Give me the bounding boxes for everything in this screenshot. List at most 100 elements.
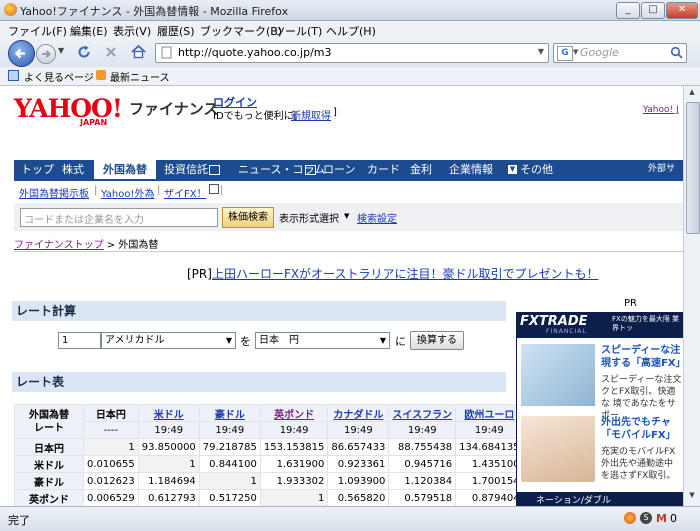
- firefox-status-icon[interactable]: [624, 512, 636, 524]
- status-bar: 完了 S M 0: [0, 506, 700, 531]
- tab-funds[interactable]: 投資信託: [164, 160, 208, 179]
- breadcrumb-home[interactable]: ファイナンストップ: [14, 240, 104, 251]
- tab-top[interactable]: トップ: [21, 160, 54, 179]
- col-header-eur[interactable]: 欧州ユーロ: [455, 404, 524, 422]
- bookmark-most-visited[interactable]: よく見るページ: [24, 69, 94, 84]
- col-link-chf[interactable]: スイスフラン: [392, 410, 452, 421]
- rate-cell: 1: [83, 438, 139, 456]
- minimize-button[interactable]: _: [616, 2, 640, 19]
- ad-body[interactable]: スピーディーな注 現する「高速FX」 スピーディーな注文 クとFX取引。快適な …: [516, 338, 683, 492]
- search-settings-link[interactable]: 検索設定: [357, 210, 397, 225]
- tab-card[interactable]: カード: [367, 160, 400, 179]
- tab-stocks[interactable]: 株式: [62, 160, 84, 179]
- reload-icon[interactable]: [76, 44, 92, 60]
- col-header-chf[interactable]: スイスフラン: [388, 404, 457, 422]
- rate-cell: 134.684135: [455, 438, 524, 456]
- rate-cell: 0.010655: [83, 455, 139, 473]
- from-currency-select[interactable]: アメリカドル ▼: [101, 332, 236, 349]
- ad-text-2: 充実のモバイルFX 外出先や通勤途中 を逃さずFX取引。: [601, 447, 676, 481]
- menu-edit[interactable]: 編集(E): [70, 23, 108, 39]
- page-content: YAHOO! JAPAN ファイナンス ログイン IDでもっと便利に[ 新規取得…: [0, 86, 683, 506]
- tab-other[interactable]: その他: [520, 160, 553, 179]
- col-time: 19:49: [137, 421, 200, 439]
- engine-dropdown-icon[interactable]: ▼: [573, 48, 578, 56]
- col-header-usd[interactable]: 米ドル: [137, 404, 200, 422]
- rate-cell: 0.006529: [83, 489, 139, 506]
- scroll-down-icon[interactable]: ▼: [686, 491, 698, 503]
- external-window-icon: [209, 165, 220, 175]
- yahoo-gaitame-link[interactable]: Yahoo!外為: [101, 185, 154, 200]
- vertical-scrollbar[interactable]: ▲ ▼: [683, 86, 700, 506]
- rate-cell: 1: [198, 472, 261, 490]
- col-link-gbp[interactable]: 英ポンド: [274, 410, 314, 421]
- menu-help[interactable]: ヘルプ(H): [326, 23, 376, 39]
- scroll-up-icon[interactable]: ▲: [686, 88, 698, 100]
- stock-search-button[interactable]: 株価検索: [222, 207, 274, 228]
- yahoo-japan-link[interactable]: Yahoo! J: [643, 105, 679, 115]
- rss-icon: [96, 70, 106, 80]
- back-button[interactable]: [8, 40, 35, 67]
- pr-link[interactable]: 上田ハーローFXがオーストラリアに注目！豪ドル取引でプレゼントも！: [212, 267, 599, 281]
- menu-bookmarks[interactable]: ブックマーク(B): [200, 23, 282, 39]
- zai-fx-link[interactable]: ザイFX！: [164, 185, 207, 200]
- display-format-select[interactable]: 表示形式選択: [279, 210, 339, 225]
- menu-bar: ファイル(F) 編集(E) 表示(V) 履歴(S) ブックマーク(B) ツール(…: [0, 21, 700, 38]
- menu-file[interactable]: ファイル(F): [8, 23, 67, 39]
- chevron-down-icon: ▼: [379, 336, 386, 345]
- tab-external[interactable]: 外部サ: [648, 160, 675, 179]
- history-dropdown-icon[interactable]: ▼: [58, 46, 64, 55]
- stock-search-input[interactable]: コードまたは企業名を入力: [20, 208, 218, 227]
- rate-cell: 0.565820: [327, 489, 390, 506]
- col-time: ----: [83, 421, 139, 439]
- tab-company[interactable]: 企業情報: [449, 160, 493, 179]
- menu-view[interactable]: 表示(V): [113, 23, 151, 39]
- forward-arrow-icon: [42, 50, 51, 58]
- col-link-aud[interactable]: 豪ドル: [215, 410, 245, 421]
- maximize-button[interactable]: □: [641, 2, 665, 19]
- convert-button[interactable]: 換算する: [410, 331, 464, 350]
- col-header-aud[interactable]: 豪ドル: [198, 404, 261, 422]
- to-currency-select[interactable]: 日本 円 ▼: [255, 332, 390, 349]
- rate-calc-heading: レート計算: [12, 301, 506, 321]
- col-header-gbp[interactable]: 英ポンド: [259, 404, 329, 422]
- menu-history[interactable]: 履歴(S): [157, 23, 195, 39]
- stop-icon[interactable]: [104, 45, 118, 59]
- ad-footer-text: ネーション/ダブル: [536, 496, 611, 506]
- google-icon[interactable]: G: [557, 46, 573, 61]
- ad-person-image: [521, 416, 595, 482]
- ad-banner-header[interactable]: FXTRADE FINANCIAL FXの魅力を最大限 業界トッ: [516, 312, 683, 338]
- url-dropdown-icon[interactable]: ▼: [538, 47, 544, 56]
- format-dropdown-icon[interactable]: ▼: [344, 212, 349, 220]
- row-label: 米ドル: [14, 455, 84, 473]
- breadcrumb-separator: >: [106, 240, 116, 251]
- subnav-separator: |: [220, 185, 224, 196]
- row-label: 日本円: [14, 438, 84, 456]
- col-link-cad[interactable]: カナダドル: [333, 410, 383, 421]
- search-icon[interactable]: [670, 46, 683, 59]
- signup-link[interactable]: 新規取得: [291, 107, 331, 122]
- navigation-toolbar: ▼ http://quote.yahoo.co.jp/m3 ▼ G ▼ Goog…: [0, 38, 700, 68]
- amount-input[interactable]: 1: [58, 332, 101, 349]
- forward-button[interactable]: [36, 44, 56, 64]
- ad-brand: FXTRADE: [520, 314, 588, 329]
- home-icon[interactable]: [130, 43, 147, 60]
- gmail-icon[interactable]: M: [656, 512, 667, 525]
- skype-icon[interactable]: S: [640, 512, 652, 524]
- menu-tools[interactable]: ツール(T): [274, 23, 322, 39]
- col-link-usd[interactable]: 米ドル: [154, 410, 184, 421]
- bookmark-latest-news[interactable]: 最新ニュース: [110, 69, 170, 84]
- col-header-cad[interactable]: カナダドル: [327, 404, 390, 422]
- scrollbar-thumb[interactable]: [686, 102, 700, 234]
- url-bar[interactable]: http://quote.yahoo.co.jp/m3 ▼: [155, 43, 549, 63]
- forex-bbs-link[interactable]: 外国為替掲示板: [19, 185, 89, 200]
- row-label: 豪ドル: [14, 472, 84, 490]
- window-title-bar: Yahoo!ファイナンス - 外国為替情報 - Mozilla Firefox …: [0, 0, 700, 21]
- tab-loan[interactable]: ローン: [323, 160, 355, 179]
- tab-rates[interactable]: 金利: [410, 160, 432, 179]
- search-bar[interactable]: G ▼ Google: [553, 43, 687, 63]
- tab-forex[interactable]: 外国為替: [94, 160, 156, 179]
- bookmark-page-icon: [8, 70, 19, 81]
- close-button[interactable]: ✕: [666, 2, 698, 19]
- col-link-eur[interactable]: 欧州ユーロ: [464, 410, 514, 421]
- dropdown-icon: ▼: [508, 165, 517, 174]
